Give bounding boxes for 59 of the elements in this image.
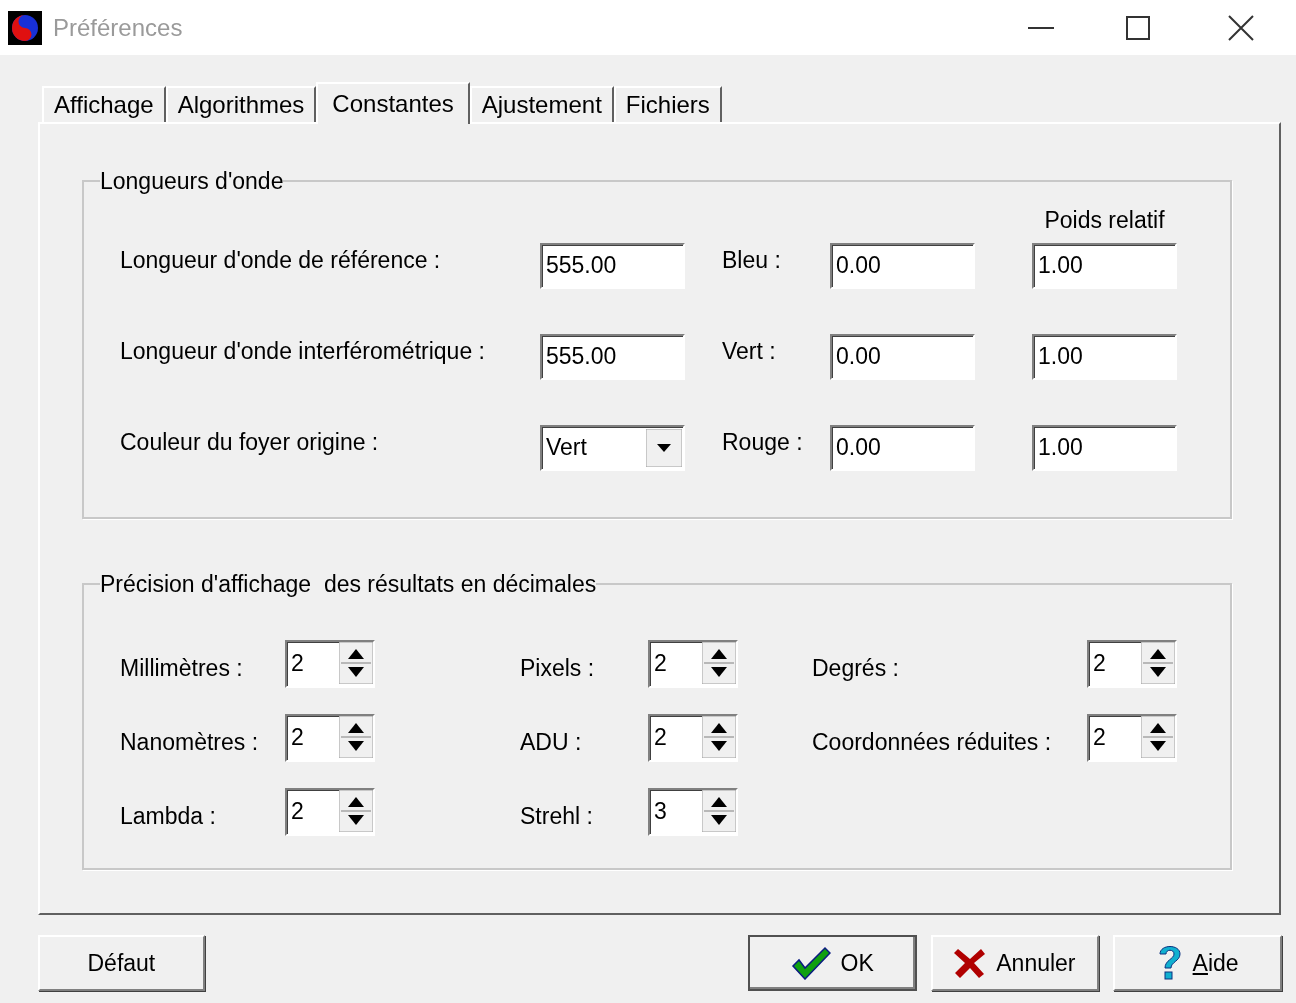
text-field[interactable]: 555.00 — [540, 242, 685, 289]
ok-button[interactable]: OK — [747, 935, 917, 991]
text-field[interactable]: 0.00 — [830, 242, 975, 289]
spin-box[interactable]: 2 — [285, 787, 375, 836]
question-mark-icon — [1156, 944, 1183, 982]
default-button[interactable]: Défaut — [38, 935, 205, 991]
spin-arrows-icon[interactable] — [702, 789, 736, 832]
maximize-icon[interactable] — [1126, 15, 1150, 40]
text-field[interactable]: 1.00 — [1032, 242, 1177, 289]
cancel-button[interactable]: Annuler — [930, 935, 1100, 991]
tab[interactable]: Ajustement — [469, 86, 614, 122]
window-title: Préférences — [53, 12, 183, 43]
spin-box[interactable]: 2 — [1087, 713, 1177, 762]
cross-icon — [954, 947, 987, 979]
field-label: Longueur d'onde de référence : — [120, 245, 442, 275]
check-icon — [790, 946, 831, 980]
text-field[interactable]: 555.00 — [540, 333, 685, 380]
field-label: Pixels : — [520, 654, 595, 684]
field-label: ADU : — [520, 728, 582, 758]
group-title: Longueurs d'onde — [100, 167, 284, 196]
tab[interactable]: Constantes — [316, 82, 470, 124]
field-label: Couleur du foyer origine : — [120, 427, 380, 457]
spin-arrows-icon[interactable] — [702, 641, 736, 684]
field-label: Bleu : — [721, 245, 782, 275]
column-header: Poids relatif — [1043, 205, 1166, 235]
spin-arrows-icon[interactable] — [1141, 641, 1175, 684]
text-field[interactable]: 1.00 — [1032, 333, 1177, 380]
field-label: Degrés : — [812, 654, 899, 684]
field-label: Vert : — [721, 336, 777, 366]
field-label: Strehl : — [520, 802, 593, 832]
field-label: Rouge : — [721, 427, 804, 457]
help-button[interactable]: Aide — [1113, 935, 1282, 991]
field-label: Coordonnées réduites : — [812, 728, 1052, 758]
spin-box[interactable]: 2 — [285, 639, 375, 688]
spin-box[interactable]: 2 — [648, 639, 738, 688]
spin-arrows-icon[interactable] — [339, 641, 373, 684]
spin-arrows-icon[interactable] — [339, 715, 373, 758]
spin-box[interactable]: 2 — [285, 713, 375, 762]
spin-box[interactable]: 2 — [1087, 639, 1177, 688]
spin-box[interactable]: 2 — [648, 713, 738, 762]
tab[interactable]: Affichage — [42, 86, 166, 122]
spin-arrows-icon[interactable] — [339, 789, 373, 832]
group-title: Précision d'affichage des résultats en décimales — [100, 570, 597, 599]
dropdown-arrow-icon[interactable] — [646, 428, 682, 467]
text-field[interactable]: 0.00 — [830, 333, 975, 380]
dropdown[interactable]: Vert — [540, 424, 685, 471]
close-icon[interactable] — [1228, 14, 1254, 41]
tab[interactable]: Fichiers — [613, 86, 722, 122]
field-label: Nanomètres : — [120, 728, 259, 758]
spin-arrows-icon[interactable] — [1141, 715, 1175, 758]
spin-box[interactable]: 3 — [648, 787, 738, 836]
field-label: Lambda : — [120, 802, 216, 832]
text-field[interactable]: 1.00 — [1032, 424, 1177, 471]
spin-arrows-icon[interactable] — [702, 715, 736, 758]
field-label: Millimètres : — [120, 654, 243, 684]
text-field[interactable]: 0.00 — [830, 424, 975, 471]
app-icon — [8, 10, 42, 45]
tab[interactable]: Algorithmes — [165, 86, 317, 122]
field-label: Longueur d'onde interférométrique : — [120, 336, 486, 366]
